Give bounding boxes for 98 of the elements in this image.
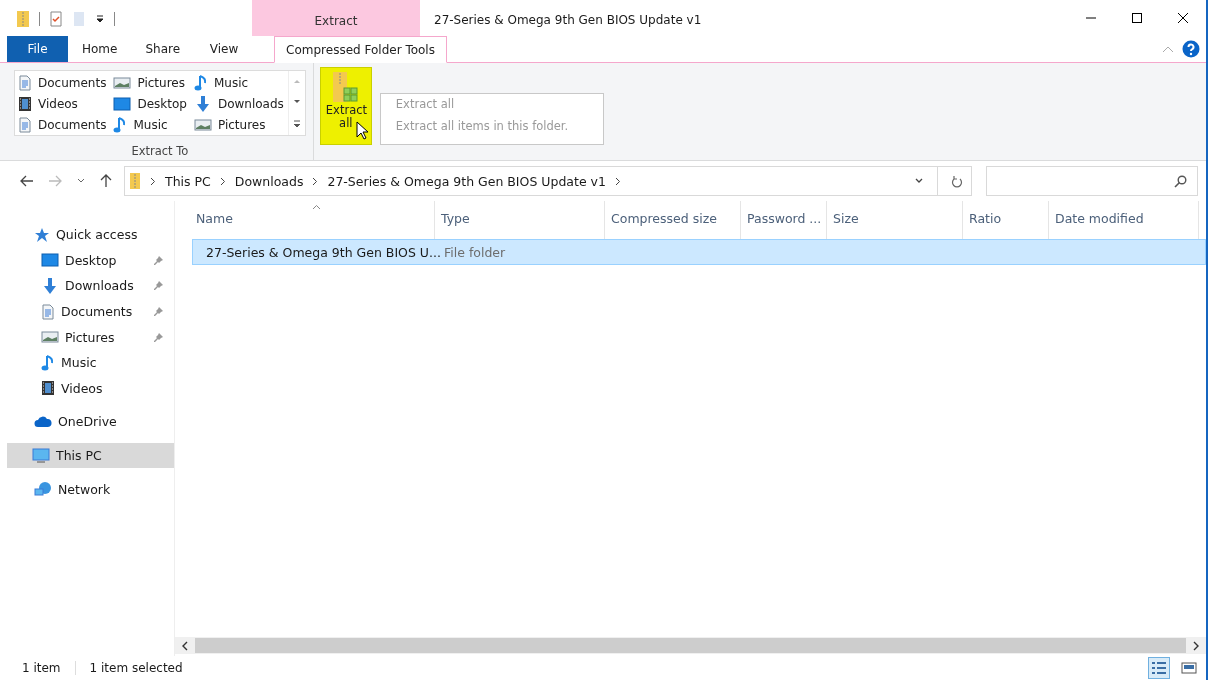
properties-icon[interactable]	[49, 10, 63, 28]
table-cell: File folder	[444, 244, 506, 260]
dropdown-icon[interactable]	[914, 177, 924, 185]
chevron-right-icon[interactable]	[312, 176, 319, 186]
nav-item[interactable]: Pictures	[0, 324, 174, 350]
back-icon[interactable]	[20, 175, 34, 187]
zip-folder-icon	[129, 172, 141, 190]
horizontal-scrollbar[interactable]	[175, 637, 1206, 654]
document-icon	[18, 116, 32, 133]
recent-locations-icon[interactable]	[76, 177, 86, 185]
breadcrumb[interactable]: This PC	[165, 173, 211, 189]
zip-extract-icon	[330, 70, 361, 104]
gallery-label: Downloads	[217, 96, 284, 111]
document-icon	[18, 74, 32, 91]
document-icon	[41, 303, 55, 320]
sort-up-icon	[312, 204, 321, 210]
film-icon	[18, 95, 32, 112]
extract-all-button[interactable]: Extract all	[319, 67, 372, 145]
music-note-icon	[41, 353, 55, 372]
gallery-label: Music	[133, 117, 168, 132]
gallery-label: Desktop	[137, 96, 187, 111]
nav-item[interactable]: Downloads	[0, 273, 174, 299]
desktop-icon	[113, 96, 132, 111]
table-cell: 27-Series & Omega 9th Gen BIOS U...	[206, 244, 441, 260]
gallery-item[interactable]: Desktop	[110, 93, 191, 114]
mouse-pointer-icon	[355, 121, 369, 141]
gallery-label: Videos	[38, 96, 78, 111]
ribbon-tab[interactable]: Compressed Folder Tools	[274, 36, 447, 63]
scrollbar-thumb[interactable]	[195, 638, 1186, 653]
context-tab-group: Extract	[252, 0, 420, 36]
scroll-left-icon[interactable]	[181, 640, 189, 651]
group-label: Extract To	[131, 144, 189, 158]
nav-item[interactable]: Network	[0, 476, 174, 502]
down-arrow-icon	[41, 277, 59, 295]
breadcrumb[interactable]: Downloads	[234, 173, 304, 189]
up-arrow-icon[interactable]	[100, 174, 112, 188]
gallery-label: Pictures	[217, 117, 266, 132]
pin-icon[interactable]	[153, 306, 164, 318]
nav-item[interactable]: Quick access	[0, 222, 174, 248]
refresh-icon[interactable]	[951, 174, 963, 188]
chevron-right-icon[interactable]	[219, 176, 226, 186]
gallery-item[interactable]: Documents	[15, 72, 111, 93]
picture-icon	[41, 330, 59, 345]
search-field[interactable]	[986, 166, 1198, 196]
network-icon	[34, 481, 52, 498]
selection-count: 1 item selected	[89, 661, 183, 675]
preview-pane-icon	[1181, 661, 1197, 675]
ribbon-tab[interactable]: Share	[131, 36, 195, 62]
gallery-item[interactable]: Music	[190, 72, 288, 93]
gallery-label: Pictures	[137, 75, 185, 90]
tooltip-title: Extract all	[395, 97, 456, 111]
film-icon	[41, 380, 55, 397]
dropdown-icon[interactable]	[95, 14, 105, 24]
pin-icon[interactable]	[153, 280, 164, 292]
desktop-icon	[41, 253, 59, 268]
gallery-item[interactable]: Downloads	[190, 93, 288, 114]
ribbon-tab[interactable]: View	[194, 36, 255, 62]
address-field[interactable]: This PC Downloads 27-Series & Omega 9th Gen BIOS Update v1	[124, 166, 972, 196]
gallery-label: Music	[213, 75, 249, 90]
nav-item[interactable]: This PC	[7, 442, 174, 469]
ribbon-tab[interactable]: Home	[68, 36, 132, 62]
more-icon[interactable]	[292, 119, 301, 128]
file-row[interactable]: 27-Series & Omega 9th Gen BIOS U... File folder	[192, 239, 1206, 265]
gallery-label: Documents	[38, 75, 107, 90]
gallery-item[interactable]: Documents	[15, 114, 111, 135]
gallery-item[interactable]: Pictures	[190, 114, 288, 135]
gallery-item[interactable]: Music	[110, 114, 191, 135]
gallery-label: Documents	[38, 117, 107, 132]
scroll-right-icon[interactable]	[1192, 640, 1200, 651]
details-view-button[interactable]	[1148, 657, 1170, 679]
search-icon	[1174, 174, 1187, 188]
gallery-item[interactable]: Videos	[15, 93, 111, 114]
nav-item[interactable]: Documents	[0, 298, 174, 325]
picture-icon	[193, 117, 212, 132]
item-count: 1 item	[22, 661, 61, 675]
nav-item[interactable]: Music	[0, 349, 174, 376]
monitor-icon	[32, 447, 50, 464]
nav-item[interactable]: Desktop	[0, 247, 174, 274]
close-icon	[1177, 12, 1189, 24]
details-list-icon	[1151, 661, 1167, 675]
star-icon	[34, 226, 50, 243]
chevron-right-icon[interactable]	[614, 176, 621, 186]
music-note-icon	[193, 73, 208, 92]
pin-icon[interactable]	[153, 331, 164, 343]
picture-icon	[113, 75, 132, 90]
gallery-item[interactable]: Pictures	[110, 72, 191, 93]
maximize-icon	[1131, 12, 1143, 24]
tooltip-text: Extract all items in this folder.	[395, 119, 570, 133]
music-note-icon	[113, 115, 128, 134]
breadcrumb[interactable]: 27-Series & Omega 9th Gen BIOS Update v1	[327, 173, 606, 189]
window-title: 27-Series & Omega 9th Gen BIOS Update v1	[433, 12, 703, 27]
nav-item[interactable]: Videos	[0, 375, 174, 402]
chevron-right-icon[interactable]	[150, 176, 156, 186]
nav-item[interactable]: OneDrive	[0, 409, 174, 435]
scroll-down-icon[interactable]	[292, 99, 301, 105]
file-tab[interactable]: File	[7, 36, 68, 62]
cloud-icon	[34, 415, 52, 428]
pin-icon[interactable]	[153, 254, 164, 266]
